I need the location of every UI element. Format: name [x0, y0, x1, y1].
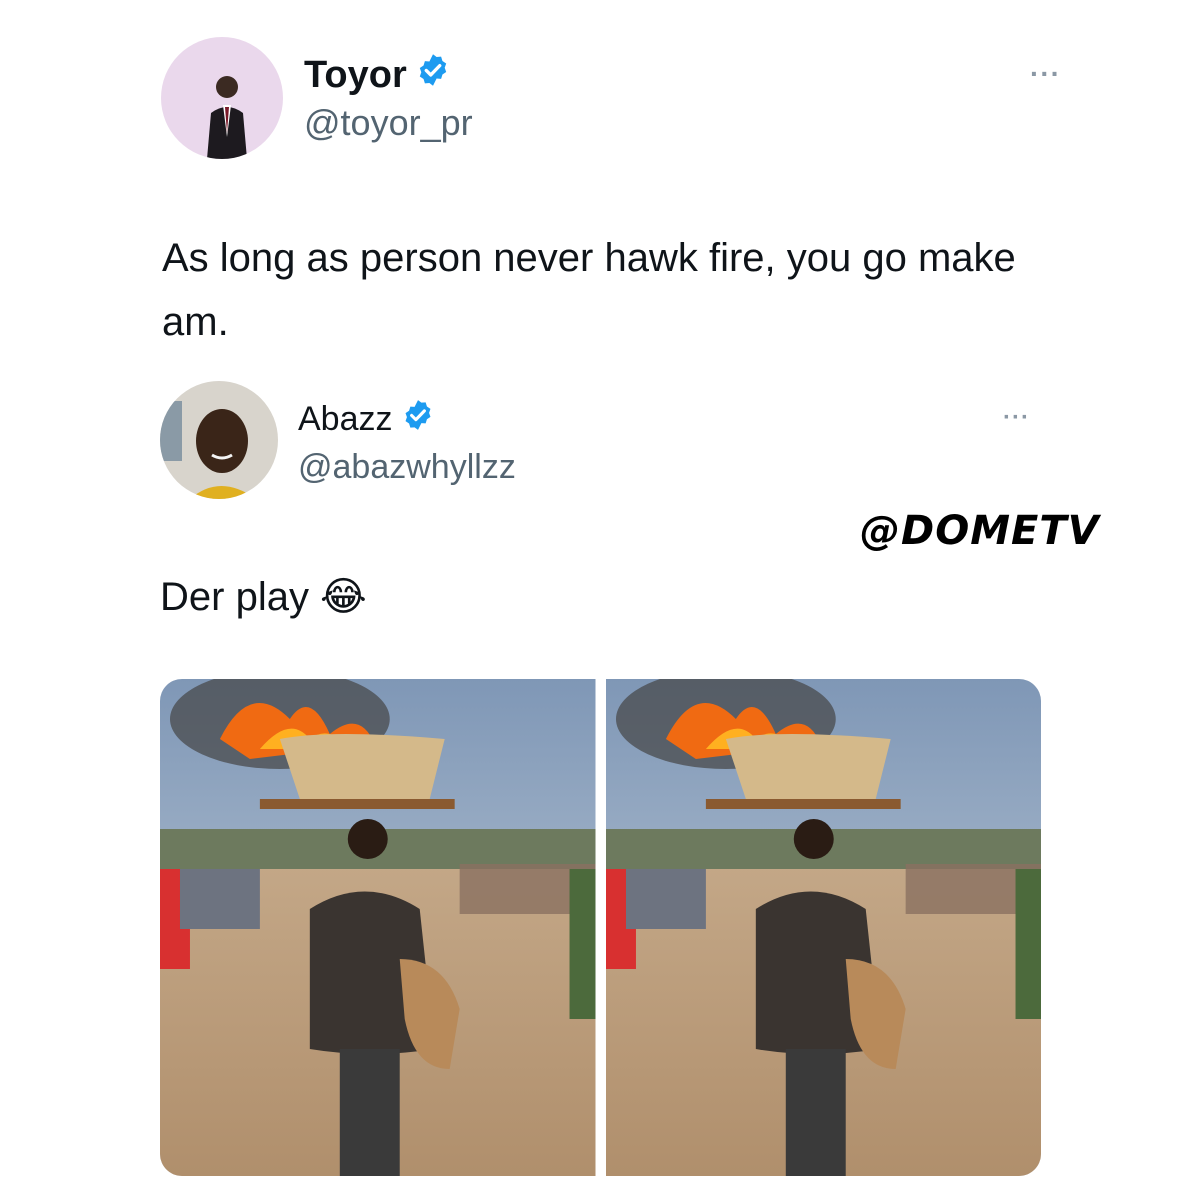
- toyor-handle[interactable]: @toyor_pr: [304, 102, 473, 144]
- media-grid[interactable]: [160, 679, 1041, 1176]
- abazz-handle[interactable]: @abazwhyllzz: [298, 448, 516, 487]
- verified-badge-icon: [401, 398, 435, 441]
- tweet-text: As long as person never hawk fire, you g…: [162, 236, 1016, 344]
- toyor-name[interactable]: Toyor: [304, 52, 451, 98]
- more-options-icon[interactable]: ···: [1030, 58, 1061, 90]
- media-photo-2[interactable]: [605, 679, 1041, 1176]
- man-carrying-burning-basin-photo: [605, 679, 1041, 1176]
- more-options-icon[interactable]: ···: [1003, 404, 1030, 432]
- media-photo-1[interactable]: [160, 679, 596, 1176]
- author-name[interactable]: Toyor: [304, 54, 407, 97]
- author-name[interactable]: Abazz: [298, 400, 393, 439]
- tweet-text: Der play 😂: [160, 575, 367, 619]
- watermark: @DOMETV: [860, 508, 1100, 554]
- verified-badge-icon: [415, 52, 451, 98]
- abazz-avatar[interactable]: [160, 381, 278, 499]
- abazz-name[interactable]: Abazz: [298, 398, 435, 441]
- toyor-avatar[interactable]: [161, 37, 283, 159]
- man-carrying-burning-basin-photo: [160, 679, 596, 1176]
